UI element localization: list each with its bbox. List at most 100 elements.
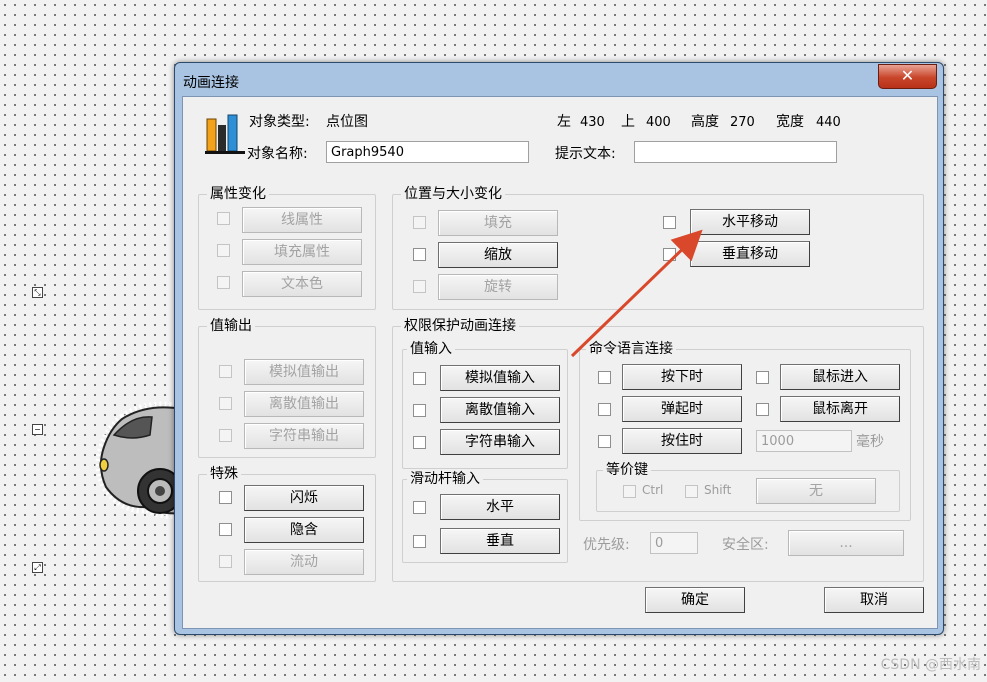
press-checkbox[interactable] (598, 371, 611, 384)
cancel-button[interactable]: 取消 (824, 587, 924, 613)
vertical-move-checkbox[interactable] (663, 248, 676, 261)
ctrl-label: Ctrl (642, 483, 664, 497)
vertical-move-button[interactable]: 垂直移动 (690, 241, 810, 267)
text-color-checkbox[interactable] (217, 276, 230, 289)
equiv-key-group: 等价键 Ctrl Shift 无 (596, 461, 900, 512)
hide-checkbox[interactable] (219, 523, 232, 536)
scale-checkbox[interactable] (413, 248, 426, 261)
object-name-label: 对象名称: (247, 146, 308, 162)
slider-horizontal-checkbox[interactable] (413, 501, 426, 514)
mouse-enter-button[interactable]: 鼠标进入 (780, 364, 900, 390)
hint-text-label: 提示文本: (555, 146, 616, 162)
permission-group: 权限保护动画连接 值输入 模拟值输入 离散值输入 字符串输入 滑动杆输入 水平 … (392, 317, 924, 582)
hold-button[interactable]: 按住时 (622, 428, 742, 454)
analog-output-button[interactable]: 模拟值输出 (244, 359, 364, 385)
slider-vertical-checkbox[interactable] (413, 535, 426, 548)
discrete-output-checkbox[interactable] (219, 397, 232, 410)
command-language-title: 命令语言连接 (586, 340, 676, 358)
slider-input-title: 滑动杆输入 (407, 470, 483, 488)
value-output-title: 值输出 (207, 317, 255, 335)
equiv-key-title: 等价键 (603, 461, 651, 479)
string-input-button[interactable]: 字符串输入 (440, 429, 560, 455)
analog-input-checkbox[interactable] (413, 372, 426, 385)
hint-text-field[interactable] (634, 141, 837, 163)
rotate-checkbox[interactable] (413, 280, 426, 293)
slider-vertical-button[interactable]: 垂直 (440, 528, 560, 554)
string-output-button[interactable]: 字符串输出 (244, 423, 364, 449)
fill-button[interactable]: 填充 (438, 210, 558, 236)
discrete-input-checkbox[interactable] (413, 404, 426, 417)
string-input-checkbox[interactable] (413, 436, 426, 449)
mouse-leave-button[interactable]: 鼠标离开 (780, 396, 900, 422)
fill-attr-checkbox[interactable] (217, 244, 230, 257)
value-input-title: 值输入 (407, 340, 455, 358)
flow-checkbox[interactable] (219, 555, 232, 568)
watermark: CSDN @西水南 (880, 657, 981, 673)
slider-horizontal-button[interactable]: 水平 (440, 494, 560, 520)
resize-handle-icon[interactable]: ⤢ (32, 562, 43, 573)
position-size-group: 位置与大小变化 填充 缩放 旋转 水平移动 垂直移动 (392, 185, 924, 310)
mouse-enter-checkbox[interactable] (756, 371, 769, 384)
release-button[interactable]: 弹起时 (622, 396, 742, 422)
discrete-output-button[interactable]: 离散值输出 (244, 391, 364, 417)
title-bar[interactable]: 动画连接 ✕ (175, 63, 943, 95)
books-icon (205, 114, 245, 154)
ok-button[interactable]: 确定 (645, 587, 745, 613)
left-label: 左 (557, 114, 571, 130)
special-group: 特殊 闪烁 隐含 流动 (198, 465, 376, 582)
dialog-title: 动画连接 (183, 75, 239, 91)
mouse-leave-checkbox[interactable] (756, 403, 769, 416)
press-button[interactable]: 按下时 (622, 364, 742, 390)
special-title: 特殊 (207, 465, 241, 483)
priority-label: 优先级: (583, 537, 630, 553)
line-attr-button[interactable]: 线属性 (242, 207, 362, 233)
object-name-field[interactable]: Graph9540 (326, 141, 529, 163)
horizontal-move-checkbox[interactable] (663, 216, 676, 229)
release-checkbox[interactable] (598, 403, 611, 416)
top-label: 上 (621, 114, 635, 130)
object-type-label: 对象类型: (249, 114, 310, 130)
close-button[interactable]: ✕ (878, 64, 937, 89)
attr-change-title: 属性变化 (207, 185, 269, 203)
animation-link-dialog: 动画连接 ✕ 对象类型: 点位图 左 430 上 400 高度 270 宽度 4… (174, 62, 944, 635)
fill-attr-button[interactable]: 填充属性 (242, 239, 362, 265)
car-bitmap-object[interactable] (92, 395, 182, 520)
permission-title: 权限保护动画连接 (401, 317, 519, 335)
analog-input-button[interactable]: 模拟值输入 (440, 365, 560, 391)
top-value: 400 (646, 115, 671, 130)
priority-field[interactable]: 0 (650, 532, 698, 554)
analog-output-checkbox[interactable] (219, 365, 232, 378)
shift-checkbox[interactable] (685, 485, 698, 498)
close-icon: ✕ (900, 66, 915, 85)
security-zone-button[interactable]: ... (788, 530, 904, 556)
value-input-group: 值输入 模拟值输入 离散值输入 字符串输入 (402, 340, 568, 469)
dialog-client: 对象类型: 点位图 左 430 上 400 高度 270 宽度 440 对象名称… (182, 96, 938, 629)
text-color-button[interactable]: 文本色 (242, 271, 362, 297)
slider-input-group: 滑动杆输入 水平 垂直 (402, 470, 568, 563)
ctrl-checkbox[interactable] (623, 485, 636, 498)
minus-handle-icon[interactable]: − (32, 424, 43, 435)
hold-checkbox[interactable] (598, 435, 611, 448)
attr-change-group: 属性变化 线属性 填充属性 文本色 (198, 185, 376, 310)
shift-label: Shift (704, 483, 732, 497)
position-size-title: 位置与大小变化 (401, 185, 505, 203)
blink-checkbox[interactable] (219, 491, 232, 504)
discrete-input-button[interactable]: 离散值输入 (440, 397, 560, 423)
scale-button[interactable]: 缩放 (438, 242, 558, 268)
hide-button[interactable]: 隐含 (244, 517, 364, 543)
left-value: 430 (580, 115, 605, 130)
equiv-key-button[interactable]: 无 (756, 478, 876, 504)
height-label: 高度 (691, 114, 719, 130)
command-language-group: 命令语言连接 按下时 弹起时 按住时 鼠标进入 鼠标离开 1000 毫秒 等价键… (579, 340, 911, 521)
blink-button[interactable]: 闪烁 (244, 485, 364, 511)
hold-ms-field[interactable]: 1000 (756, 430, 852, 452)
width-label: 宽度 (776, 114, 804, 130)
fill-checkbox[interactable] (413, 216, 426, 229)
string-output-checkbox[interactable] (219, 429, 232, 442)
horizontal-move-button[interactable]: 水平移动 (690, 209, 810, 235)
line-attr-checkbox[interactable] (217, 212, 230, 225)
resize-handle-icon[interactable]: ⤡ (32, 287, 43, 298)
value-output-group: 值输出 模拟值输出 离散值输出 字符串输出 (198, 317, 376, 458)
flow-button[interactable]: 流动 (244, 549, 364, 575)
rotate-button[interactable]: 旋转 (438, 274, 558, 300)
